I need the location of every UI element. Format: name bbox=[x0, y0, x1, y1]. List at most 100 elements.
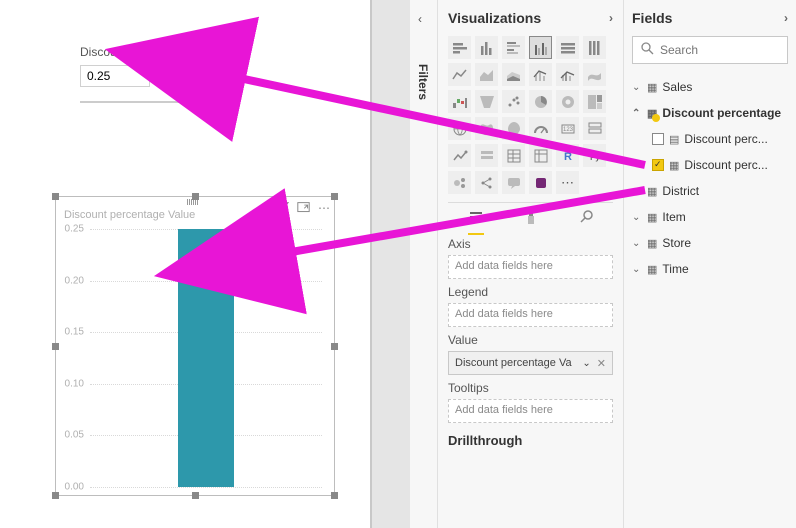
shape-map-icon[interactable] bbox=[502, 117, 525, 140]
slicer-icon[interactable] bbox=[475, 144, 498, 167]
field-checkbox[interactable] bbox=[652, 133, 664, 145]
table-time[interactable]: ⌄ ▦ Time bbox=[632, 256, 788, 282]
resize-handle[interactable] bbox=[331, 343, 338, 350]
stacked-bar-100-icon[interactable] bbox=[556, 36, 579, 59]
fields-tab-icon[interactable] bbox=[468, 209, 484, 229]
table-discount-percentage[interactable]: ⌃ ▦ Discount percentage bbox=[632, 100, 788, 126]
more-options-icon[interactable]: ⋯ bbox=[318, 201, 330, 217]
legend-well[interactable]: Add data fields here bbox=[448, 303, 613, 327]
resize-handle[interactable] bbox=[52, 492, 59, 499]
decomposition-tree-icon[interactable] bbox=[475, 171, 498, 194]
stacked-column-100-icon[interactable] bbox=[583, 36, 606, 59]
waterfall-icon[interactable] bbox=[448, 90, 471, 113]
chart-plot: 0.25 0.20 0.15 0.10 0.05 0.00 bbox=[90, 229, 322, 487]
card-icon[interactable]: 123 bbox=[556, 117, 579, 140]
hierarchy-icon: ▤ bbox=[669, 133, 679, 146]
line-column-icon[interactable] bbox=[529, 63, 552, 86]
value-chip-label: Discount percentage Va bbox=[455, 357, 572, 369]
svg-text:Py: Py bbox=[590, 153, 600, 162]
qa-visual-icon[interactable] bbox=[502, 171, 525, 194]
format-tab-icon[interactable] bbox=[523, 209, 539, 229]
table-icon: ▦ bbox=[647, 107, 657, 120]
y-tick: 0.00 bbox=[65, 482, 84, 493]
area-chart-icon[interactable] bbox=[475, 63, 498, 86]
table-icon[interactable] bbox=[502, 144, 525, 167]
fields-search[interactable] bbox=[632, 36, 788, 64]
analytics-tab-icon[interactable] bbox=[578, 209, 594, 229]
map-icon[interactable] bbox=[448, 117, 471, 140]
expand-filters-icon[interactable]: ‹ bbox=[418, 12, 422, 26]
matrix-icon[interactable] bbox=[529, 144, 552, 167]
gauge-icon[interactable] bbox=[529, 117, 552, 140]
python-visual-icon[interactable]: Py bbox=[583, 144, 606, 167]
tooltips-well-label: Tooltips bbox=[448, 381, 613, 395]
svg-text:123: 123 bbox=[562, 127, 573, 133]
powerapps-icon[interactable] bbox=[529, 171, 552, 194]
resize-handle[interactable] bbox=[192, 193, 199, 200]
table-district[interactable]: ⌄ ▦ District bbox=[632, 178, 788, 204]
legend-well-label: Legend bbox=[448, 285, 613, 299]
table-icon: ▦ bbox=[647, 185, 657, 198]
resize-handle[interactable] bbox=[331, 492, 338, 499]
resize-handle[interactable] bbox=[52, 193, 59, 200]
line-clustered-column-icon[interactable] bbox=[556, 63, 579, 86]
value-well[interactable]: Discount percentage Va ⌄ ✕ bbox=[448, 351, 613, 375]
funnel-icon[interactable] bbox=[475, 90, 498, 113]
slicer-value-input[interactable] bbox=[80, 65, 150, 87]
slicer-visual[interactable]: Discount percentage bbox=[80, 45, 260, 109]
filter-icon[interactable] bbox=[276, 201, 289, 217]
resize-handle[interactable] bbox=[52, 343, 59, 350]
clustered-bar-icon[interactable] bbox=[502, 36, 525, 59]
multirow-card-icon[interactable] bbox=[583, 117, 606, 140]
y-tick: 0.20 bbox=[65, 275, 84, 286]
tooltips-well[interactable]: Add data fields here bbox=[448, 399, 613, 423]
bar-chart-visual[interactable]: ⋯ Discount percentage Value 0.25 0.20 0.… bbox=[55, 196, 335, 496]
get-more-visuals-icon[interactable]: ⋯ bbox=[556, 171, 579, 194]
remove-field-icon[interactable]: ✕ bbox=[597, 357, 606, 370]
scatter-icon[interactable] bbox=[502, 90, 525, 113]
axis-well-label: Axis bbox=[448, 237, 613, 251]
clustered-column-icon[interactable] bbox=[529, 36, 552, 59]
focus-mode-icon[interactable] bbox=[297, 201, 310, 217]
resize-handle[interactable] bbox=[192, 492, 199, 499]
collapse-fields-icon[interactable]: › bbox=[784, 11, 788, 25]
search-icon bbox=[641, 42, 654, 58]
stacked-bar-icon[interactable] bbox=[448, 36, 471, 59]
filled-map-icon[interactable] bbox=[475, 117, 498, 140]
chevron-up-icon: ⌃ bbox=[632, 108, 642, 119]
value-well-label: Value bbox=[448, 333, 613, 347]
calculator-icon: ▦ bbox=[669, 159, 679, 172]
field-discount-perc-1[interactable]: ▤ Discount perc... bbox=[632, 126, 788, 152]
axis-well[interactable]: Add data fields here bbox=[448, 255, 613, 279]
donut-icon[interactable] bbox=[556, 90, 579, 113]
line-chart-icon[interactable] bbox=[448, 63, 471, 86]
table-item[interactable]: ⌄ ▦ Item bbox=[632, 204, 788, 230]
kpi-icon[interactable] bbox=[448, 144, 471, 167]
ribbon-chart-icon[interactable] bbox=[583, 63, 606, 86]
table-icon: ▦ bbox=[647, 81, 657, 94]
chevron-down-icon: ⌄ bbox=[632, 186, 642, 197]
viz-pane-title: Visualizations bbox=[448, 10, 541, 26]
treemap-icon[interactable] bbox=[583, 90, 606, 113]
table-store[interactable]: ⌄ ▦ Store bbox=[632, 230, 788, 256]
resize-handle[interactable] bbox=[331, 193, 338, 200]
table-sales[interactable]: ⌄ ▦ Sales bbox=[632, 74, 788, 100]
r-visual-icon[interactable]: R bbox=[556, 144, 579, 167]
bar[interactable] bbox=[178, 229, 234, 487]
collapse-viz-icon[interactable]: › bbox=[609, 11, 613, 25]
table-icon: ▦ bbox=[647, 263, 657, 276]
stacked-column-icon[interactable] bbox=[475, 36, 498, 59]
key-influencers-icon[interactable] bbox=[448, 171, 471, 194]
slider-thumb[interactable] bbox=[200, 95, 207, 109]
filters-pane-collapsed[interactable]: ‹ Filters bbox=[410, 0, 438, 528]
field-checkbox[interactable] bbox=[652, 159, 664, 171]
pie-icon[interactable] bbox=[529, 90, 552, 113]
search-input[interactable] bbox=[660, 43, 779, 57]
visualizations-pane: Visualizations › 123 R Py bbox=[438, 0, 624, 528]
chevron-down-icon: ⌄ bbox=[632, 238, 642, 249]
stacked-area-icon[interactable] bbox=[502, 63, 525, 86]
slicer-slider[interactable] bbox=[80, 95, 210, 109]
y-tick: 0.15 bbox=[65, 327, 84, 338]
field-discount-perc-2[interactable]: ▦ Discount perc... bbox=[632, 152, 788, 178]
chevron-down-icon[interactable]: ⌄ bbox=[582, 358, 590, 369]
